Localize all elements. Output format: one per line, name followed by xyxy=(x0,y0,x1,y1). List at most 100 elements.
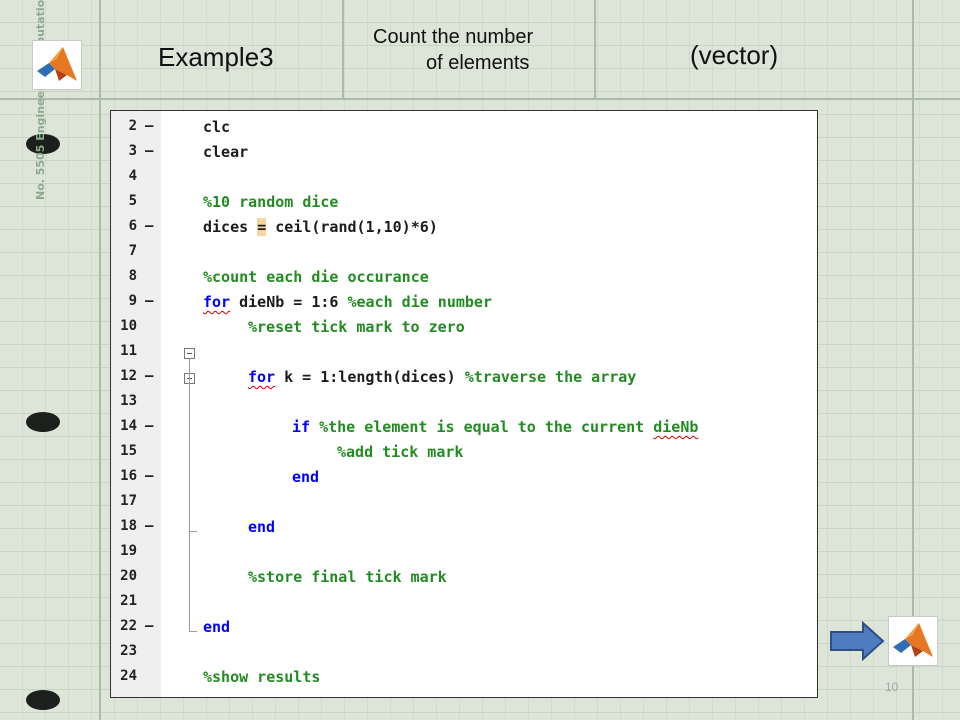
highlighted-operator: = xyxy=(257,218,267,236)
line-number: 24 xyxy=(120,668,137,684)
line-number: 19 xyxy=(120,543,137,559)
matlab-logo-icon[interactable] xyxy=(888,616,938,666)
keyword: end xyxy=(203,618,231,636)
keyword: end xyxy=(292,468,320,486)
code-text: for dieNb = 1:6 %each die number xyxy=(203,293,492,311)
margin-line xyxy=(912,0,914,720)
breakpoint-marker[interactable]: – xyxy=(145,418,153,434)
code-text: k = 1:length(dices) xyxy=(275,368,465,386)
code-line[interactable]: 13 xyxy=(111,389,817,414)
code-text: for k = 1:length(dices) %traverse the ar… xyxy=(248,368,636,386)
line-number: 11 xyxy=(120,343,137,359)
keyword: if xyxy=(292,418,311,436)
slide-subtitle-line1: Count the number xyxy=(373,26,534,48)
line-number: 16 xyxy=(120,468,137,484)
line-number: 12 xyxy=(120,368,137,384)
header-bottom-line xyxy=(0,98,960,100)
line-number: 20 xyxy=(120,568,137,584)
code-line[interactable]: 2 – clc xyxy=(111,114,817,139)
code-line[interactable]: 4 xyxy=(111,164,817,189)
code-line[interactable]: 16 – end xyxy=(111,464,817,489)
code-line[interactable]: 6 – dices = ceil(rand(1,10)*6) xyxy=(111,214,817,239)
page-number: 10 xyxy=(885,680,899,694)
breakpoint-marker[interactable]: – xyxy=(145,468,153,484)
header-divider xyxy=(99,0,101,100)
line-number: 13 xyxy=(120,393,137,409)
code-line[interactable]: 10 %reset tick mark to zero xyxy=(111,314,817,339)
code-text: clc xyxy=(203,118,231,136)
slide-subtitle-line2: of elements xyxy=(426,52,530,74)
breakpoint-marker[interactable]: – xyxy=(145,618,153,634)
line-number: 5 xyxy=(128,193,137,209)
binder-hole xyxy=(26,412,60,432)
fold-guide xyxy=(189,631,197,632)
code-comment: %count each die occurance xyxy=(203,268,429,286)
code-line[interactable]: 14 – if %the element is equal to the cur… xyxy=(111,414,817,439)
code-comment: %add tick mark xyxy=(337,443,464,461)
breakpoint-marker[interactable]: – xyxy=(145,118,153,134)
keyword: for xyxy=(248,368,276,386)
line-number: 4 xyxy=(128,168,137,184)
code-line[interactable]: 19 xyxy=(111,539,817,564)
line-number: 14 xyxy=(120,418,137,434)
line-number: 8 xyxy=(128,268,137,284)
code-editor[interactable]: 2 – clc 3 – clear 4 5 %10 random dice 6 … xyxy=(110,110,818,698)
binder-hole xyxy=(26,690,60,710)
code-text: clear xyxy=(203,143,249,161)
code-comment: %show results xyxy=(203,668,321,686)
code-comment: %each die number xyxy=(347,293,493,311)
slide-title: Example3 xyxy=(158,42,274,72)
slide-title-tag: (vector) xyxy=(690,40,779,70)
line-number: 7 xyxy=(128,243,137,259)
line-number: 6 xyxy=(128,218,137,234)
code-line[interactable]: 21 xyxy=(111,589,817,614)
code-line[interactable]: 9 – for dieNb = 1:6 %each die number xyxy=(111,289,817,314)
code-line[interactable]: 24 %show results xyxy=(111,664,817,689)
breakpoint-marker[interactable]: – xyxy=(145,143,153,159)
code-text: if %the element is equal to the current … xyxy=(292,418,698,436)
code-comment: %store final tick mark xyxy=(248,568,447,586)
spellcheck-word: dieNb xyxy=(653,418,699,436)
code-line[interactable]: 18 – end xyxy=(111,514,817,539)
code-line[interactable]: 15 %add tick mark xyxy=(111,439,817,464)
code-line[interactable]: 8 %count each die occurance xyxy=(111,264,817,289)
code-comment: %the element is equal to the current die… xyxy=(319,418,699,436)
code-line[interactable]: 20 %store final tick mark xyxy=(111,564,817,589)
code-line[interactable]: 3 – clear xyxy=(111,139,817,164)
breakpoint-marker[interactable]: – xyxy=(145,518,153,534)
right-arrow-icon[interactable] xyxy=(829,620,885,666)
margin-line xyxy=(99,100,101,720)
code-line[interactable]: 22 – end xyxy=(111,614,817,639)
line-number: 18 xyxy=(120,518,137,534)
line-number: 23 xyxy=(120,643,137,659)
code-comment: %traverse the array xyxy=(464,368,637,386)
line-number: 22 xyxy=(120,618,137,634)
code-line[interactable]: 7 xyxy=(111,239,817,264)
pad-label: No. 5505 Engineer's Computation Pad xyxy=(34,0,47,200)
line-number: 9 xyxy=(128,293,137,309)
line-number: 3 xyxy=(128,143,137,159)
code-comment: %reset tick mark to zero xyxy=(248,318,465,336)
keyword: end xyxy=(248,518,276,536)
code-comment: %10 random dice xyxy=(203,193,339,211)
keyword: for xyxy=(203,293,231,311)
code-line[interactable]: 11 xyxy=(111,339,817,364)
code-line[interactable]: 23 xyxy=(111,639,817,664)
code-text: dices = ceil(rand(1,10)*6) xyxy=(203,218,438,236)
header-divider xyxy=(342,0,344,100)
breakpoint-marker[interactable]: – xyxy=(145,293,153,309)
matlab-logo-icon xyxy=(32,40,82,90)
breakpoint-marker[interactable]: – xyxy=(145,368,153,384)
breakpoint-marker[interactable]: – xyxy=(145,218,153,234)
line-number: 2 xyxy=(128,118,137,134)
code-text: dieNb = 1:6 xyxy=(230,293,348,311)
code-line[interactable]: 12 – for k = 1:length(dices) %traverse t… xyxy=(111,364,817,389)
line-number: 15 xyxy=(120,443,137,459)
line-number: 10 xyxy=(120,318,137,334)
code-line[interactable]: 17 xyxy=(111,489,817,514)
line-number: 17 xyxy=(120,493,137,509)
header-divider xyxy=(594,0,596,100)
fold-guide xyxy=(189,369,190,631)
code-line[interactable]: 5 %10 random dice xyxy=(111,189,817,214)
